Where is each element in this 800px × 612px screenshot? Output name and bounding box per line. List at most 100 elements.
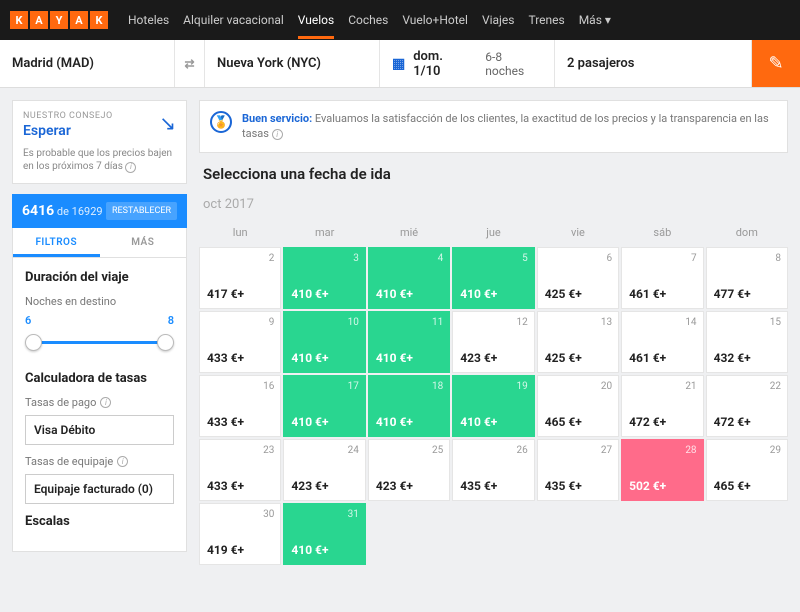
calendar-day[interactable]: 6425 €+	[537, 247, 619, 309]
pay-fees-label: Tasas de pago i	[25, 396, 174, 409]
calendar-day[interactable]: 12 423 €+	[452, 311, 534, 373]
day-number: 11	[432, 317, 443, 328]
sidebar-tabs: FILTROS MÁS	[12, 228, 187, 258]
date-field[interactable]: ▦ dom. 1/10 6-8 noches	[380, 40, 555, 87]
info-icon[interactable]: i	[117, 456, 128, 467]
info-icon[interactable]: i	[100, 397, 111, 408]
weekday-head: mié	[368, 220, 450, 245]
calendar-icon: ▦	[392, 56, 405, 72]
calendar-day[interactable]: 14461 €+	[621, 311, 703, 373]
calendar-day[interactable]: 20465 €+	[537, 375, 619, 437]
day-price: 410 €+	[460, 287, 497, 301]
swap-icon[interactable]: ⇄	[175, 40, 205, 87]
calendar-day[interactable]: 8477 €+	[706, 247, 788, 309]
day-number: 17	[348, 381, 359, 392]
calendar-day[interactable]: 22472 €+	[706, 375, 788, 437]
sidebar: NUESTRO CONSEJO Esperar ↘ Es probable qu…	[12, 100, 187, 565]
day-number: 18	[432, 381, 443, 392]
passengers-field[interactable]: 2 pasajeros	[555, 40, 752, 87]
calendar-day[interactable]: 13425 €+	[537, 311, 619, 373]
calendar-day[interactable]: 25423 €+	[368, 439, 450, 501]
calendar-day[interactable]: 19410 €+	[452, 375, 534, 437]
reset-button[interactable]: RESTABLECER	[106, 202, 177, 220]
day-price: 472 €+	[629, 415, 666, 429]
day-number: 12	[516, 317, 527, 328]
calendar-day[interactable]: 28502 €+	[621, 439, 703, 501]
weekday-head: vie	[537, 220, 619, 245]
calendar-day[interactable]: 30419 €+	[199, 503, 281, 565]
day-price: 410 €+	[376, 351, 413, 365]
nav-vuelos[interactable]: Vuelos	[298, 1, 334, 39]
day-number: 4	[438, 253, 444, 264]
calendar-day[interactable]: 3410 €+	[283, 247, 365, 309]
calendar-day[interactable]: 4 410 €+	[368, 247, 450, 309]
day-price: 410 €+	[291, 543, 328, 557]
calendar-day[interactable]: 9433 €+	[199, 311, 281, 373]
nav-viajes[interactable]: Viajes	[482, 1, 515, 39]
edit-search-button[interactable]: ✎	[752, 40, 800, 87]
calendar-day[interactable]: 31410 €+	[283, 503, 365, 565]
logo[interactable]: KAYAK	[10, 11, 108, 29]
calendar-day[interactable]: 5410 €+	[452, 247, 534, 309]
nav-coches[interactable]: Coches	[348, 1, 388, 39]
nav-alquiler vacacional[interactable]: Alquiler vacacional	[183, 1, 284, 39]
calendar-day[interactable]: 23433 €+	[199, 439, 281, 501]
calendar-day[interactable]: 27435 €+	[537, 439, 619, 501]
result-counter: 6416 de 16929 RESTABLECER	[12, 194, 187, 228]
tab-mas[interactable]: MÁS	[100, 228, 187, 257]
top-header: KAYAK Hoteles Alquiler vacacional Vuelos Co…	[0, 0, 800, 40]
calendar-day[interactable]: 10410 €+	[283, 311, 365, 373]
slider-max: 8	[168, 314, 174, 327]
calendar-day[interactable]: 16433 €+	[199, 375, 281, 437]
day-number: 7	[691, 253, 697, 264]
day-price: 410 €+	[376, 287, 413, 301]
duration-panel: Duración del viaje Noches en destino 6 8…	[12, 258, 187, 552]
day-number: 19	[516, 381, 527, 392]
duration-title: Duración del viaje	[25, 270, 174, 285]
calendar-day[interactable]: 26435 €+	[452, 439, 534, 501]
origin-field[interactable]: Madrid (MAD)	[0, 40, 175, 87]
calendar-day[interactable]: 17 410 €+	[283, 375, 365, 437]
day-price: 410 €+	[291, 287, 328, 301]
price-calendar: lunmarmiéjueviesábdom2417 €+3410 €+4410 …	[199, 220, 788, 565]
day-price: 423 €+	[460, 351, 497, 365]
calendar-day[interactable]: 24423 €+	[283, 439, 365, 501]
weekday-head: mar	[283, 220, 365, 245]
day-price: 410 €+	[291, 351, 328, 365]
nights-value: 6-8 noches	[485, 50, 542, 78]
info-icon[interactable]: i	[125, 162, 136, 173]
calendar-day[interactable]: 7461 €+	[621, 247, 703, 309]
day-price: 423 €+	[291, 479, 328, 493]
day-number: 16	[263, 381, 274, 392]
destination-field[interactable]: Nueva York (NYC)	[205, 40, 380, 87]
nights-slider[interactable]	[25, 327, 174, 357]
calendar-day[interactable]: 15432 €+	[706, 311, 788, 373]
nav-trenes[interactable]: Trenes	[528, 1, 564, 39]
day-price: 410 €+	[291, 415, 328, 429]
info-icon[interactable]: i	[272, 129, 283, 140]
day-number: 15	[770, 317, 781, 328]
ribbon-icon: 🏅	[210, 111, 232, 133]
nav-más ▾[interactable]: Más ▾	[579, 1, 611, 39]
day-price: 433 €+	[207, 479, 244, 493]
nav-hoteles[interactable]: Hoteles	[128, 1, 169, 39]
bag-fees-select[interactable]: Equipaje facturado (0)	[25, 474, 174, 504]
calendar-day[interactable]: 21472 €+	[621, 375, 703, 437]
calendar-prompt: Selecciona una fecha de ida	[203, 165, 788, 183]
calendar-day[interactable]: 11 410 €+	[368, 311, 450, 373]
day-price: 419 €+	[207, 543, 244, 557]
advice-label: NUESTRO CONSEJO	[23, 111, 176, 121]
tab-filtros[interactable]: FILTROS	[13, 228, 100, 257]
day-number: 2	[269, 253, 275, 264]
slider-handle-max[interactable]	[157, 334, 174, 351]
weekday-head: jue	[452, 220, 534, 245]
day-number: 22	[770, 381, 781, 392]
day-number: 28	[685, 445, 696, 456]
slider-handle-min[interactable]	[25, 334, 42, 351]
calendar-day[interactable]: 29465 €+	[706, 439, 788, 501]
calendar-day[interactable]: 18410 €+	[368, 375, 450, 437]
pay-fees-select[interactable]: Visa Débito	[25, 415, 174, 445]
day-number: 27	[601, 445, 612, 456]
calendar-day[interactable]: 2417 €+	[199, 247, 281, 309]
nav-vuelo+hotel[interactable]: Vuelo+Hotel	[402, 1, 468, 39]
